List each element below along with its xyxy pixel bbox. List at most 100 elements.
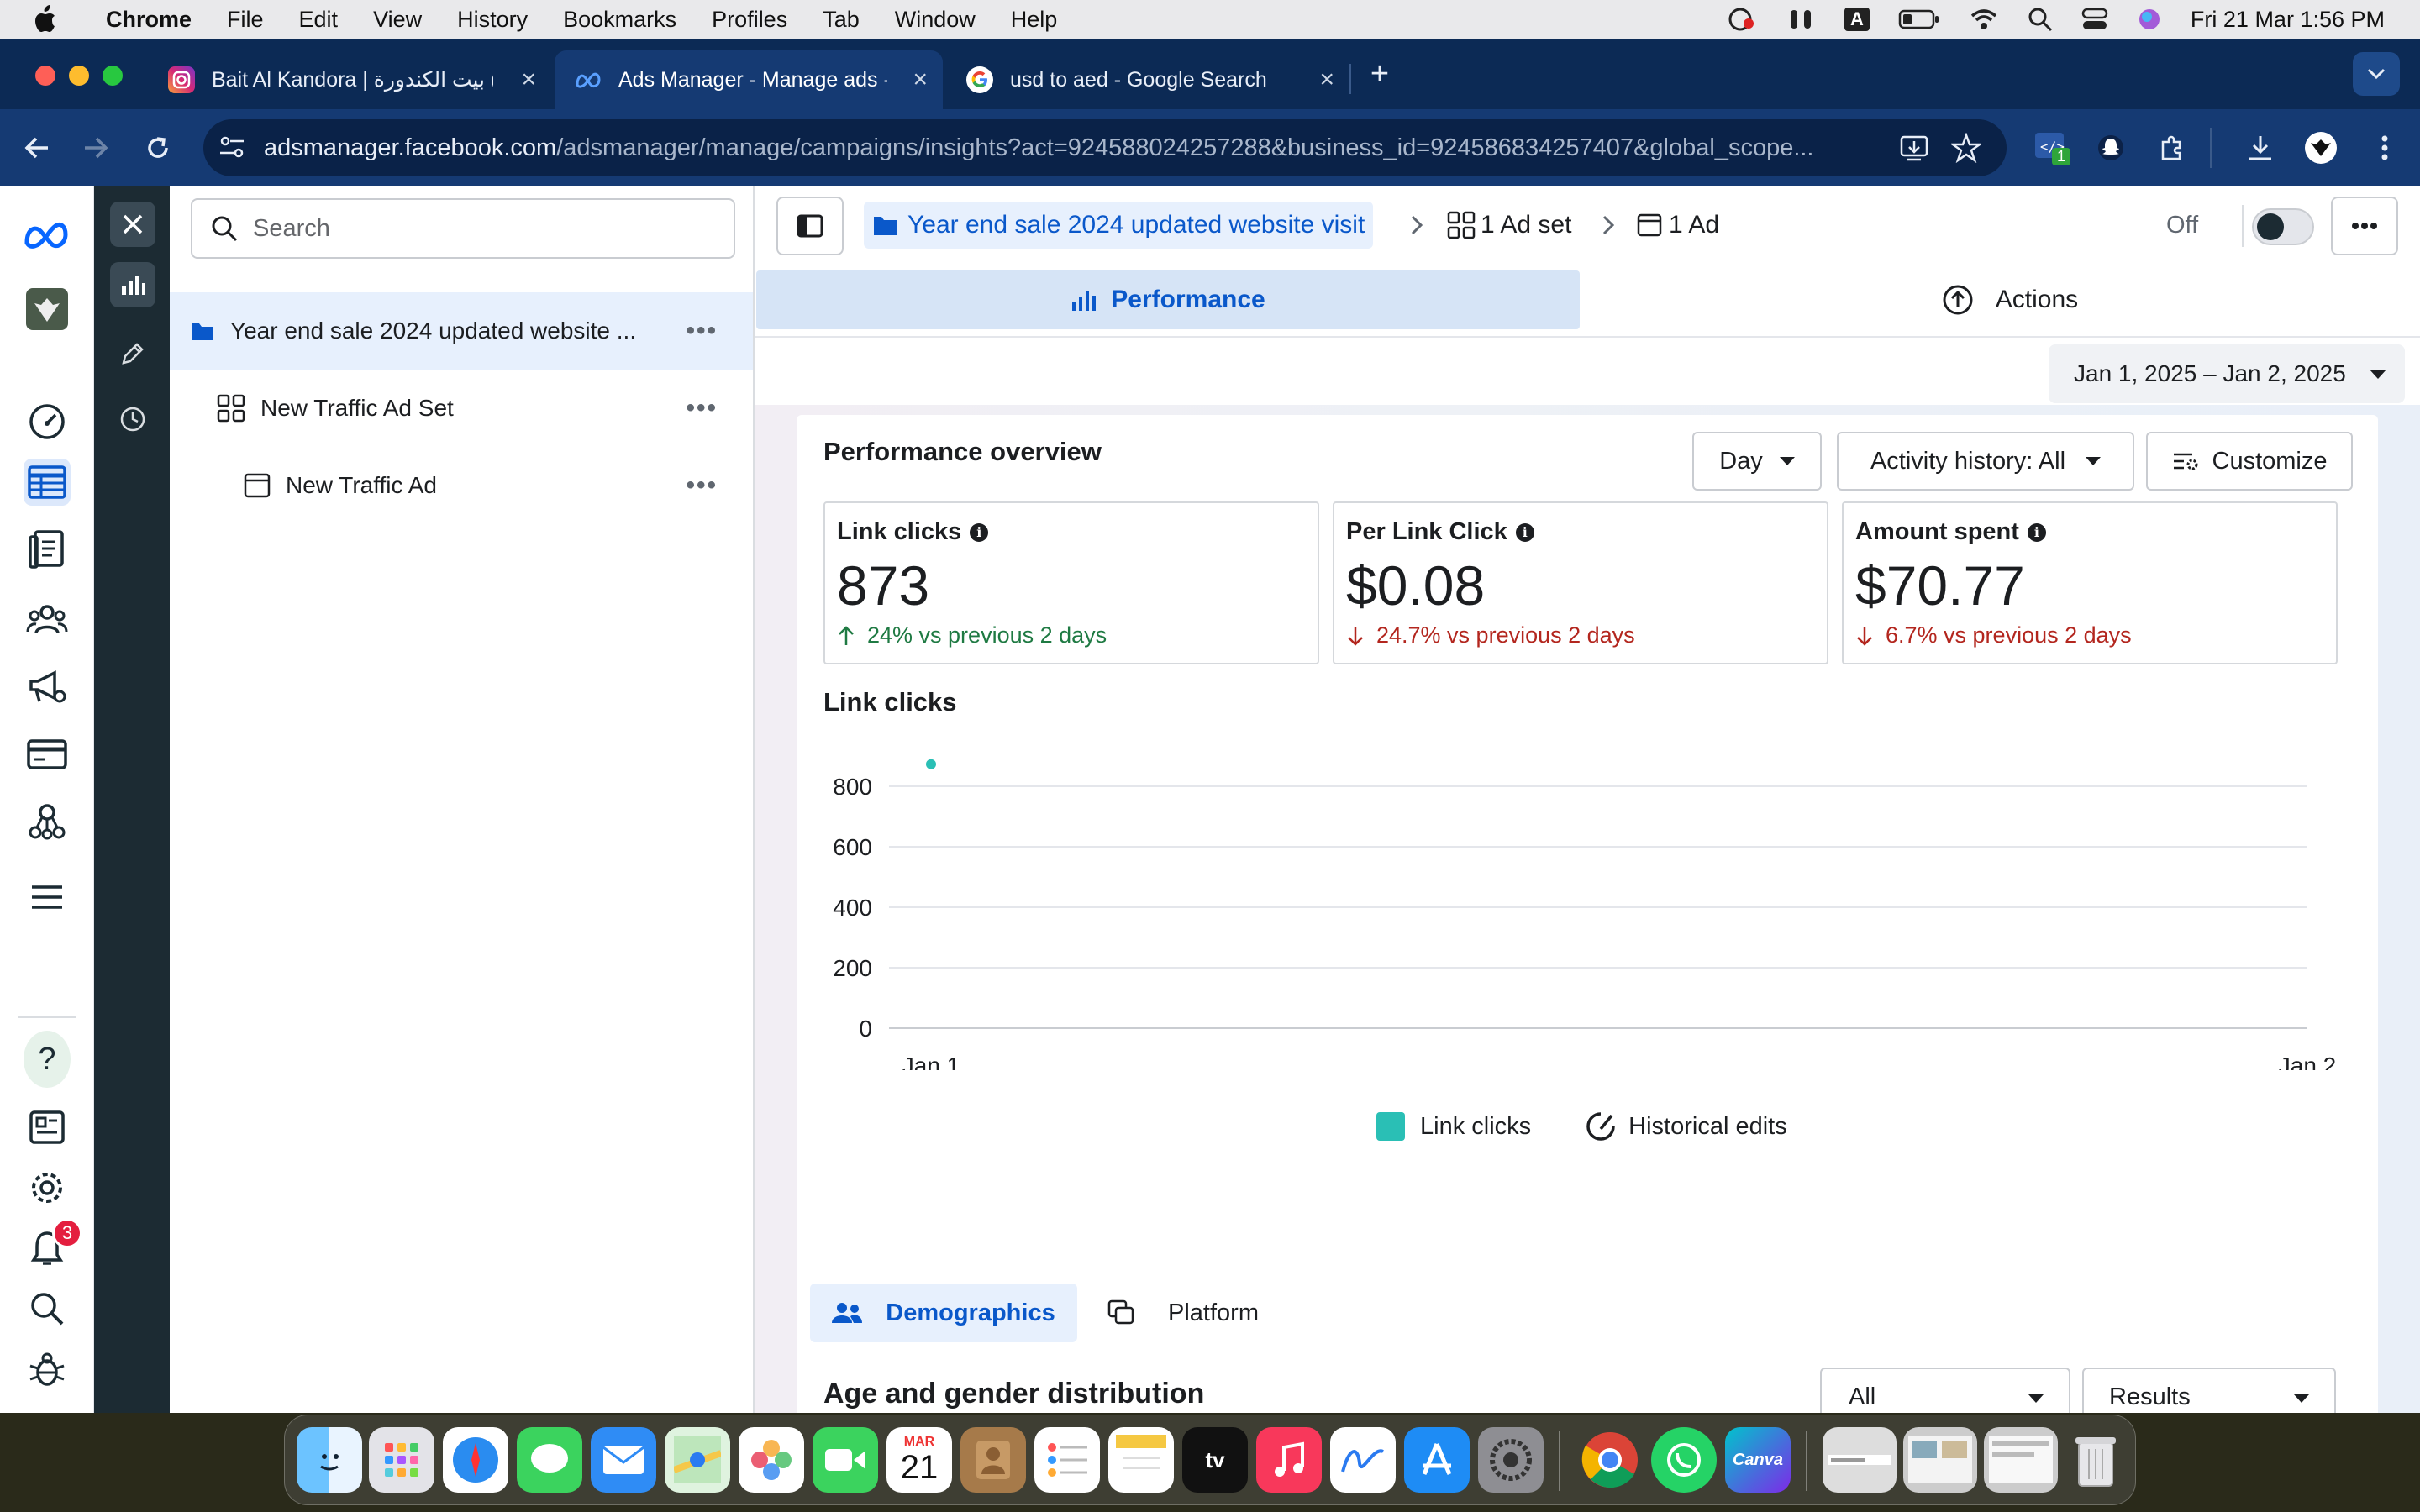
granularity-dropdown[interactable]: Day — [1692, 432, 1822, 491]
airpods-icon[interactable] — [1786, 7, 1816, 32]
extension-devtools-icon[interactable]: </> 1 — [2033, 131, 2071, 165]
menu-history[interactable]: History — [457, 7, 528, 33]
facetime-icon[interactable] — [813, 1427, 878, 1493]
data-point[interactable] — [926, 759, 936, 769]
menu-profiles[interactable]: Profiles — [712, 7, 787, 33]
finder-icon[interactable] — [297, 1427, 362, 1493]
menu-edit[interactable]: Edit — [299, 7, 339, 33]
legend-item-link-clicks[interactable]: Link clicks — [1376, 1112, 1531, 1141]
menu-clock[interactable]: Fri 21 Mar 1:56 PM — [2191, 7, 2385, 33]
browser-tab-ads-manager[interactable]: Ads Manager - Manage ads - Cam × — [555, 50, 943, 109]
site-info-icon[interactable] — [218, 134, 245, 161]
freeform-icon[interactable] — [1330, 1427, 1396, 1493]
spotlight-search-icon[interactable] — [2028, 7, 2053, 32]
history-clock-icon[interactable] — [110, 396, 155, 442]
menu-tab[interactable]: Tab — [823, 7, 860, 33]
news-feed-icon[interactable] — [24, 1104, 71, 1151]
menu-view[interactable]: View — [373, 7, 422, 33]
tree-row-ad[interactable]: New Traffic Ad ••• — [170, 447, 753, 524]
bookmark-star-icon[interactable] — [1951, 133, 1981, 163]
snapchat-extension-icon[interactable] — [2094, 131, 2128, 165]
downloads-icon[interactable] — [2244, 131, 2277, 165]
install-app-icon[interactable] — [1899, 133, 1929, 163]
control-center-icon[interactable] — [2081, 7, 2108, 32]
wifi-icon[interactable] — [1969, 8, 1999, 31]
more-actions-button[interactable] — [2331, 197, 2398, 255]
more-options-icon[interactable]: ••• — [686, 471, 718, 500]
canva-icon[interactable]: Canva — [1725, 1427, 1791, 1493]
more-options-icon[interactable]: ••• — [686, 317, 718, 345]
notifications-bell-icon[interactable]: 3 — [24, 1218, 82, 1272]
apple-menu-icon[interactable] — [32, 0, 79, 39]
app-store-icon[interactable] — [1404, 1427, 1470, 1493]
legend-item-historical-edits[interactable]: Historical edits — [1585, 1110, 1787, 1142]
activity-history-dropdown[interactable]: Activity history: All — [1837, 432, 2134, 491]
menu-file[interactable]: File — [227, 7, 264, 33]
tab-actions[interactable]: Actions — [1600, 270, 2420, 329]
tab-platform[interactable]: Platform — [1107, 1284, 1259, 1342]
campaigns-table-icon[interactable] — [24, 459, 71, 506]
tab-demographics[interactable]: Demographics — [810, 1284, 1077, 1342]
profile-avatar[interactable] — [2304, 131, 2338, 165]
info-icon[interactable]: i — [970, 522, 989, 542]
new-tab-button[interactable]: + — [1363, 56, 1397, 92]
recent-window-thumbnail[interactable] — [1903, 1427, 1977, 1493]
close-tab-icon[interactable]: × — [1319, 66, 1334, 94]
trash-icon[interactable] — [2063, 1427, 2128, 1493]
gender-filter-dropdown[interactable]: All — [1820, 1368, 2070, 1413]
help-icon[interactable]: ? — [24, 1031, 71, 1088]
all-tools-menu-icon[interactable] — [24, 874, 71, 921]
close-tab-icon[interactable]: × — [913, 66, 928, 94]
siri-icon[interactable] — [2137, 7, 2162, 32]
browser-tab-instagram[interactable]: Bait Al Kandora | بيت الكندورة (@ × — [148, 50, 551, 109]
recent-window-thumbnail[interactable] — [1984, 1427, 2058, 1493]
dashboard-gauge-icon[interactable] — [24, 398, 71, 445]
menu-help[interactable]: Help — [1011, 7, 1058, 33]
maps-icon[interactable] — [665, 1427, 730, 1493]
forward-button[interactable] — [79, 131, 113, 165]
billing-card-icon[interactable] — [24, 731, 71, 778]
tab-search-button[interactable] — [2353, 52, 2400, 96]
photos-icon[interactable] — [739, 1427, 804, 1493]
tree-row-adset[interactable]: New Traffic Ad Set ••• — [170, 370, 753, 447]
browser-tab-google-search[interactable]: usd to aed - Google Search × — [946, 50, 1349, 109]
close-panel-icon[interactable] — [110, 202, 155, 247]
reminders-icon[interactable] — [1034, 1427, 1100, 1493]
close-window-button[interactable] — [35, 66, 55, 86]
keyboard-input-icon[interactable]: A — [1844, 8, 1870, 31]
more-options-icon[interactable]: ••• — [686, 394, 718, 423]
calendar-icon[interactable]: MAR 21 — [886, 1427, 952, 1493]
date-range-picker[interactable]: Jan 1, 2025 – Jan 2, 2025 — [2049, 344, 2405, 403]
breadcrumb-ad[interactable]: 1 Ad — [1637, 202, 1719, 249]
apple-tv-icon[interactable]: tv — [1182, 1427, 1248, 1493]
settings-gear-icon[interactable] — [24, 1164, 71, 1211]
contacts-icon[interactable] — [960, 1427, 1026, 1493]
launchpad-icon[interactable] — [369, 1427, 434, 1493]
info-icon[interactable]: i — [1515, 522, 1534, 542]
info-icon[interactable]: i — [2027, 522, 2046, 542]
safari-icon[interactable] — [443, 1427, 508, 1493]
minimize-window-button[interactable] — [69, 66, 89, 86]
results-metric-dropdown[interactable]: Results — [2082, 1368, 2336, 1413]
metric-card-per-link-click[interactable]: Per Link Click i $0.08 24.7% vs previous … — [1333, 501, 1828, 664]
chrome-icon[interactable] — [1577, 1427, 1643, 1493]
menu-bookmarks[interactable]: Bookmarks — [563, 7, 676, 33]
back-button[interactable] — [20, 131, 54, 165]
breadcrumb-adset[interactable]: 1 Ad set — [1447, 202, 1571, 249]
business-settings-icon[interactable] — [24, 798, 71, 845]
insights-chart-icon[interactable] — [110, 262, 155, 307]
customize-button[interactable]: Customize — [2146, 432, 2353, 491]
mail-icon[interactable] — [591, 1427, 656, 1493]
browser-menu-icon[interactable] — [2368, 131, 2402, 165]
menu-window[interactable]: Window — [895, 7, 976, 33]
reload-button[interactable] — [141, 131, 175, 165]
notes-icon[interactable] — [1108, 1427, 1174, 1493]
zoom-window-button[interactable] — [103, 66, 123, 86]
metric-card-amount-spent[interactable]: Amount spent i $70.77 6.7% vs previous 2 … — [1842, 501, 2338, 664]
recent-window-thumbnail[interactable] — [1823, 1427, 1897, 1493]
menu-app-name[interactable]: Chrome — [106, 7, 192, 33]
creative-cloud-icon[interactable] — [1723, 7, 1757, 32]
toggle-sidebar-button[interactable] — [776, 197, 844, 255]
metric-card-link-clicks[interactable]: Link clicks i 873 24% vs previous 2 days — [823, 501, 1319, 664]
meta-logo-icon[interactable] — [24, 212, 71, 259]
